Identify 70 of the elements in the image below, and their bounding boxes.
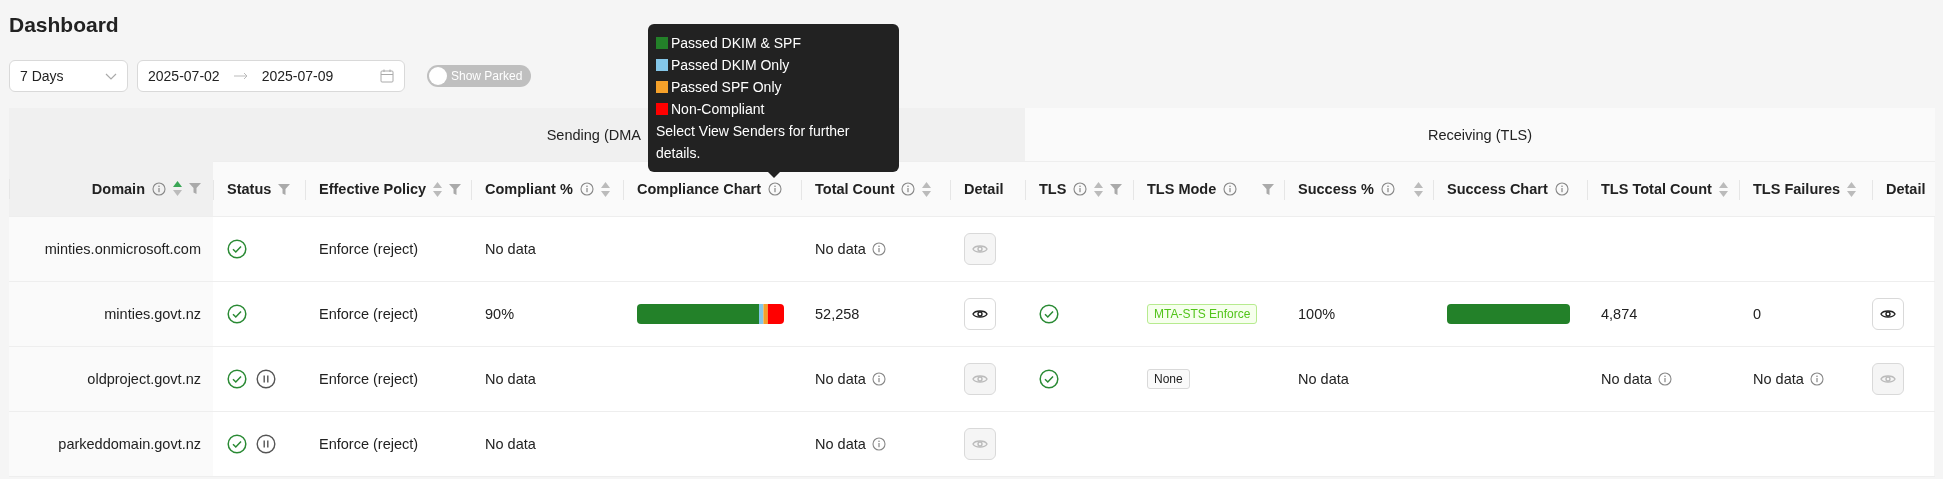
- sort-icon[interactable]: [1847, 181, 1857, 197]
- column-header[interactable]: TLS Failures: [1739, 161, 1872, 217]
- tls-mode-tag: MTA-STS Enforce: [1147, 304, 1258, 324]
- calendar-icon: [380, 69, 394, 83]
- tls-total-count: No data: [1601, 371, 1652, 387]
- success-percent: 100%: [1298, 306, 1336, 322]
- column-header[interactable]: Success %: [1284, 161, 1433, 217]
- sort-icon[interactable]: [1094, 181, 1104, 197]
- chevron-down-icon: [105, 72, 117, 80]
- column-header[interactable]: TLS Mode: [1133, 161, 1284, 217]
- sort-icon[interactable]: [600, 181, 610, 197]
- total-count: No data: [815, 436, 866, 452]
- tls-mode-tag: None: [1147, 369, 1190, 389]
- domain-name: minties.onmicrosoft.com: [9, 217, 213, 282]
- compliant-percent: No data: [485, 436, 536, 452]
- eye-icon: [972, 308, 988, 320]
- domain-name: parkeddomain.govt.nz: [9, 412, 213, 477]
- eye-icon: [972, 243, 988, 255]
- column-header[interactable]: Status: [213, 161, 305, 217]
- total-count: No data: [815, 241, 866, 257]
- eye-icon: [1880, 373, 1896, 385]
- policy-text: Enforce (reject): [319, 371, 419, 387]
- domain-name: oldproject.govt.nz: [9, 347, 213, 412]
- filter-icon[interactable]: [449, 183, 462, 195]
- view-detail-button[interactable]: [1872, 298, 1904, 330]
- sort-icon[interactable]: [433, 181, 443, 197]
- column-header[interactable]: Success Chart: [1433, 161, 1587, 217]
- total-count: 52,258: [815, 306, 860, 322]
- tls-total-count: 4,874: [1601, 306, 1638, 322]
- page-title: Dashboard: [9, 12, 119, 38]
- success-percent: No data: [1298, 371, 1349, 387]
- filter-icon[interactable]: [1110, 183, 1123, 195]
- legend-label: Passed SPF Only: [671, 78, 782, 97]
- compliant-percent: No data: [485, 371, 536, 387]
- column-header[interactable]: TLS Total Count: [1587, 161, 1739, 217]
- total-count: No data: [815, 371, 866, 387]
- compliant-percent: No data: [485, 241, 536, 257]
- arrow-right-icon: [233, 72, 248, 80]
- end-date[interactable]: 2025-07-09: [261, 68, 334, 84]
- policy-text: Enforce (reject): [319, 306, 419, 322]
- column-header[interactable]: Domain: [9, 161, 213, 217]
- legend-label: Passed DKIM Only: [671, 56, 790, 75]
- sort-icon[interactable]: [1718, 181, 1728, 197]
- date-range-picker[interactable]: 2025-07-02 2025-07-09: [137, 60, 405, 92]
- filter-icon[interactable]: [278, 183, 291, 195]
- eye-icon: [1880, 308, 1896, 320]
- sort-icon[interactable]: [922, 181, 932, 197]
- column-header[interactable]: Effective Policy: [305, 161, 471, 217]
- filter-icon[interactable]: [1262, 183, 1274, 195]
- tls-failures: No data: [1753, 371, 1804, 387]
- eye-icon: [972, 373, 988, 385]
- eye-icon: [972, 438, 988, 450]
- policy-text: Enforce (reject): [319, 436, 419, 452]
- column-header[interactable]: Compliant %: [471, 161, 623, 217]
- range-select[interactable]: 7 Days: [9, 60, 128, 92]
- group-header: Receiving (TLS): [1025, 108, 1935, 161]
- tls-failures: 0: [1753, 306, 1762, 322]
- start-date[interactable]: 2025-07-02: [148, 68, 220, 84]
- filter-icon[interactable]: [189, 183, 201, 194]
- column-header[interactable]: Detail: [1872, 161, 1935, 217]
- compliant-percent: 90%: [485, 306, 515, 322]
- view-detail-button[interactable]: [964, 298, 996, 330]
- tooltip-note: Select View Senders for further details.: [656, 122, 851, 163]
- sort-icon[interactable]: [1414, 181, 1423, 197]
- column-header[interactable]: TLS: [1025, 161, 1133, 217]
- domain-name: minties.govt.nz: [9, 282, 213, 347]
- sort-icon[interactable]: [173, 181, 182, 196]
- policy-text: Enforce (reject): [319, 241, 419, 257]
- column-header[interactable]: Detail: [950, 161, 1025, 217]
- legend-label: Passed DKIM & SPF: [671, 34, 801, 53]
